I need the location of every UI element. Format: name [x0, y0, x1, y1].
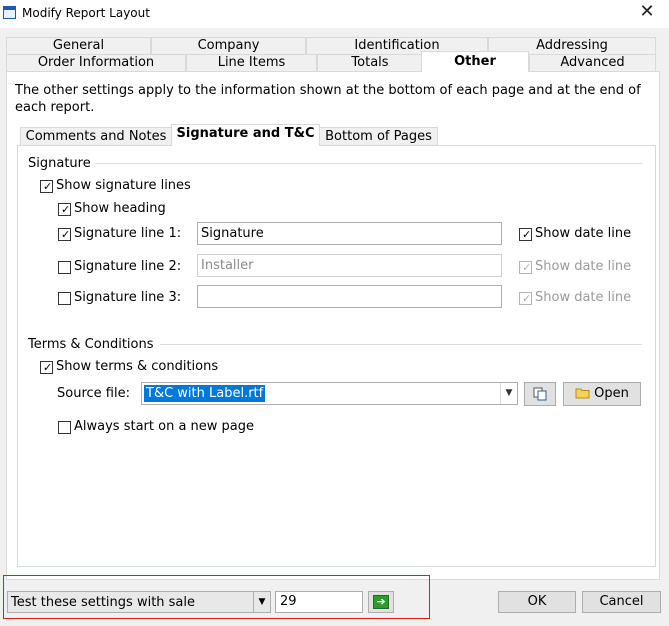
cancel-button[interactable]: Cancel — [582, 591, 661, 613]
tab-company[interactable]: Company — [151, 37, 306, 54]
line-3-show-date-checkbox[interactable]: ✓ — [519, 292, 532, 305]
line-2-show-date-checkbox[interactable]: ✓ — [519, 261, 532, 274]
window-title: Modify Report Layout — [22, 6, 150, 20]
signature-line-2-label: Signature line 2: — [74, 259, 182, 274]
chevron-down-icon[interactable]: ▼ — [500, 383, 517, 404]
inner-tab-bottom-of-pages[interactable]: Bottom of Pages — [319, 127, 438, 146]
tab-line-items[interactable]: Line Items — [186, 54, 317, 71]
line-1-show-date-label: Show date line — [535, 226, 632, 241]
show-heading-label: Show heading — [74, 201, 166, 216]
tab-other[interactable]: Other — [421, 51, 529, 72]
terms-group-label: Terms & Conditions — [28, 337, 154, 352]
close-icon[interactable]: ✕ — [632, 1, 662, 25]
open-button[interactable]: Open — [563, 382, 641, 406]
line-3-show-date-label: Show date line — [535, 290, 632, 305]
ok-button[interactable]: OK — [498, 591, 576, 613]
inner-tab-comments-notes[interactable]: Comments and Notes — [20, 127, 172, 146]
show-terms-checkbox[interactable]: ✓ — [40, 361, 53, 374]
signature-line-1-label: Signature line 1: — [74, 226, 182, 241]
signature-line-2-input[interactable]: Installer — [197, 254, 502, 277]
tab-general[interactable]: General — [6, 37, 151, 54]
show-signature-lines-label: Show signature lines — [56, 178, 191, 193]
highlight-box — [3, 575, 430, 619]
signature-line-1-checkbox[interactable]: ✓ — [58, 228, 71, 241]
show-heading-checkbox[interactable]: ✓ — [58, 203, 71, 216]
show-signature-lines-checkbox[interactable]: ✓ — [40, 180, 53, 193]
signature-group-divider — [96, 163, 642, 164]
show-terms-label: Show terms & conditions — [56, 359, 219, 374]
line-1-show-date-checkbox[interactable]: ✓ — [519, 228, 532, 241]
open-button-label: Open — [594, 386, 629, 401]
copy-file-button[interactable] — [524, 382, 556, 406]
source-file-dropdown[interactable]: T&C with Label.rtf ▼ — [141, 382, 518, 405]
inner-tab-signature-tc[interactable]: Signature and T&C — [171, 124, 320, 146]
copy-icon — [533, 387, 547, 401]
signature-line-3-checkbox[interactable] — [58, 292, 71, 305]
terms-group-divider — [160, 344, 642, 345]
new-page-label: Always start on a new page — [74, 419, 255, 434]
tab-advanced[interactable]: Advanced — [529, 54, 656, 71]
source-file-value: T&C with Label.rtf — [144, 385, 266, 402]
title-bar: Modify Report Layout ✕ — [0, 0, 669, 28]
folder-icon — [575, 388, 590, 399]
signature-group-label: Signature — [28, 156, 91, 171]
signature-line-3-label: Signature line 3: — [74, 290, 182, 305]
window-icon — [3, 6, 16, 19]
signature-line-2-checkbox[interactable] — [58, 261, 71, 274]
new-page-checkbox[interactable] — [58, 421, 71, 434]
tab-order-information[interactable]: Order Information — [6, 54, 186, 71]
signature-line-3-input[interactable] — [197, 285, 502, 308]
description-text: The other settings apply to the informat… — [15, 83, 641, 115]
source-file-label: Source file: — [57, 386, 130, 401]
tab-totals[interactable]: Totals — [317, 54, 423, 71]
line-2-show-date-label: Show date line — [535, 259, 632, 274]
signature-line-1-input[interactable]: Signature — [197, 222, 502, 245]
